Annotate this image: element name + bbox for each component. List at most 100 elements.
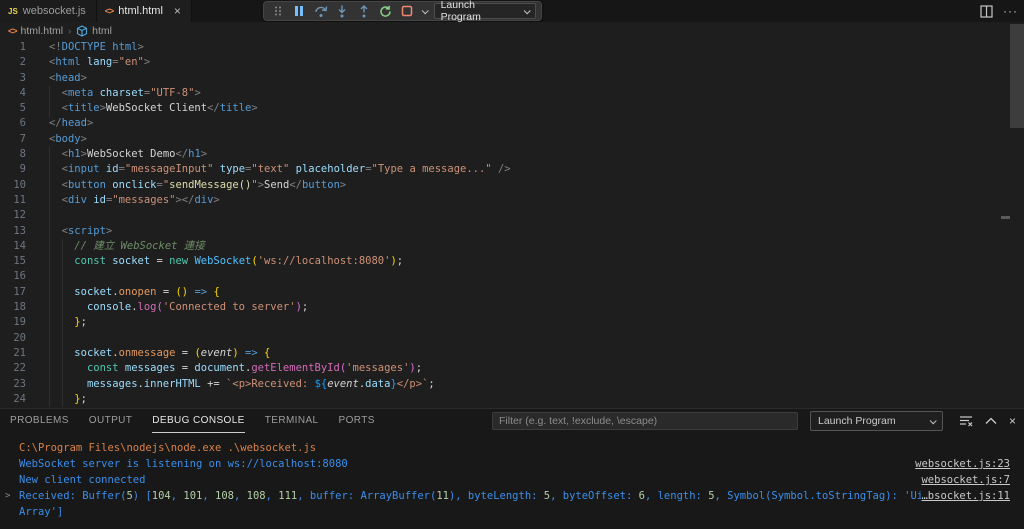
code-line: 17 socket.onopen = () => { bbox=[0, 285, 1003, 300]
vscode-window: { "editor_tabs": [ { "label": "websocket… bbox=[0, 0, 1024, 529]
js-file-icon: JS bbox=[8, 6, 18, 16]
code-line: 20 bbox=[0, 331, 1003, 346]
code-line: 10 <button onclick="sendMessage()">Send<… bbox=[0, 178, 1003, 193]
code-line: 9 <input id="messageInput" type="text" p… bbox=[0, 162, 1003, 177]
panel-header: PROBLEMS OUTPUT DEBUG CONSOLE TERMINAL PORTS… bbox=[0, 409, 1024, 433]
line-number: 2 bbox=[19, 56, 26, 69]
expand-object-chevron-icon[interactable]: > bbox=[0, 488, 19, 504]
line-number: 16 bbox=[13, 270, 26, 283]
html-file-icon: <> bbox=[104, 6, 114, 16]
source-link[interactable]: websocket.js:7 bbox=[921, 472, 1024, 488]
debug-console-output[interactable]: C:\Program Files\nodejs\node.exe .\webso… bbox=[0, 433, 1024, 529]
tab-websocket-js[interactable]: JS websocket.js bbox=[0, 0, 97, 22]
stop-icon[interactable] bbox=[398, 3, 416, 19]
code-line: 11 <div id="messages"></div> bbox=[0, 193, 1003, 208]
code-line: 4 <meta charset="UTF-8"> bbox=[0, 86, 1003, 101]
line-number: 3 bbox=[19, 71, 26, 84]
code-line: 6 </head> bbox=[0, 116, 1003, 131]
line-number: 5 bbox=[19, 102, 26, 115]
line-number: 18 bbox=[13, 301, 26, 314]
code-line: 24 }; bbox=[0, 392, 1003, 407]
line-number: 13 bbox=[13, 224, 26, 237]
tab-label: html.html bbox=[118, 5, 163, 17]
chevron-down-icon bbox=[523, 6, 531, 14]
breadcrumb-symbol[interactable]: html bbox=[92, 25, 112, 37]
panel-tab-debug-console[interactable]: DEBUG CONSOLE bbox=[152, 409, 245, 433]
line-number: 12 bbox=[13, 209, 26, 222]
code-line: 15 const socket = new WebSocket('ws://lo… bbox=[0, 254, 1003, 269]
panel-tab-terminal[interactable]: TERMINAL bbox=[265, 409, 319, 433]
source-link[interactable]: …bsocket.js:11 bbox=[921, 488, 1024, 504]
html-symbol-icon bbox=[76, 24, 88, 37]
panel-tab-ports[interactable]: PORTS bbox=[339, 409, 375, 433]
source-link[interactable]: websocket.js:23 bbox=[915, 456, 1024, 472]
console-line: WebSocket server is listening on ws://lo… bbox=[0, 456, 1024, 472]
line-number: 10 bbox=[13, 178, 26, 191]
close-tab-icon[interactable]: × bbox=[174, 5, 181, 17]
line-number: 14 bbox=[13, 239, 26, 252]
console-lines: C:\Program Files\nodejs\node.exe .\webso… bbox=[0, 440, 1024, 520]
stop-dropdown-chevron-icon[interactable] bbox=[420, 3, 430, 19]
breadcrumb-file[interactable]: html.html bbox=[21, 25, 64, 37]
line-number: 1 bbox=[19, 41, 26, 53]
step-over-icon[interactable] bbox=[312, 3, 330, 19]
code-line: 1 <!DOCTYPE html> bbox=[0, 40, 1003, 55]
panel-tab-output[interactable]: OUTPUT bbox=[89, 409, 133, 433]
panel-launch-program-select[interactable]: Launch Program bbox=[810, 411, 943, 431]
line-number: 17 bbox=[13, 285, 26, 298]
code-line: 19 }; bbox=[0, 315, 1003, 330]
line-number: 4 bbox=[19, 86, 26, 99]
step-out-icon[interactable] bbox=[355, 3, 373, 19]
close-panel-icon[interactable]: × bbox=[1009, 414, 1016, 428]
breadcrumb: <> html.html › html bbox=[0, 22, 1003, 39]
tab-html-html[interactable]: <> html.html × bbox=[96, 0, 192, 22]
code-line: 23 messages.innerHTML += `<p>Received: $… bbox=[0, 377, 1003, 392]
drag-grip-icon[interactable] bbox=[269, 3, 287, 19]
restart-icon[interactable] bbox=[377, 3, 395, 19]
editor-actions: ··· bbox=[980, 0, 1018, 22]
overview-ruler-marker bbox=[1001, 216, 1010, 219]
code-line: 18 console.log('Connected to server'); bbox=[0, 300, 1003, 315]
html-file-icon: <> bbox=[8, 25, 17, 36]
panel-action-icons: × bbox=[959, 409, 1016, 433]
line-number: 24 bbox=[13, 392, 26, 405]
console-line: Array'] bbox=[19, 506, 64, 518]
panel-tabs: PROBLEMS OUTPUT DEBUG CONSOLE TERMINAL PORTS bbox=[10, 409, 375, 433]
code-line: 7 <body> bbox=[0, 132, 1003, 147]
line-number: 23 bbox=[13, 377, 26, 390]
maximize-panel-icon[interactable] bbox=[985, 417, 997, 425]
split-editor-icon[interactable] bbox=[980, 4, 993, 18]
code-lines: 1 <!DOCTYPE html> 2 <html lang="en"> 3 <head>… bbox=[0, 40, 1003, 407]
console-line: > Received: Buffer(5) [104, 101, 108, 108… bbox=[0, 488, 1024, 504]
code-line: 5 <title>WebSocket Client</title> bbox=[0, 101, 1003, 116]
code-line: 2 <html lang="en"> bbox=[0, 55, 1003, 70]
console-line: C:\Program Files\nodejs\node.exe .\webso… bbox=[19, 442, 317, 454]
code-line: 12 bbox=[0, 208, 1003, 223]
code-editor[interactable]: 1 <!DOCTYPE html> 2 <html lang="en"> 3 <head>… bbox=[0, 40, 1003, 408]
line-number: 6 bbox=[19, 117, 26, 130]
clear-console-icon[interactable] bbox=[959, 415, 973, 427]
debug-toolbar: Launch Program bbox=[263, 0, 542, 23]
line-number: 20 bbox=[13, 331, 26, 344]
console-filter-input[interactable] bbox=[492, 412, 798, 430]
launch-program-label: Launch Program bbox=[440, 0, 481, 23]
console-line: New client connected websocket.js:7 bbox=[0, 472, 1024, 488]
line-number: 8 bbox=[19, 148, 26, 161]
code-line: 21 socket.onmessage = (event) => { bbox=[0, 346, 1003, 361]
editor-scrollbar-thumb[interactable] bbox=[1010, 24, 1024, 128]
pause-icon[interactable] bbox=[291, 3, 309, 19]
line-number: 22 bbox=[13, 362, 26, 375]
code-line: 14 // 建立 WebSocket 連接 bbox=[0, 239, 1003, 254]
launch-program-select[interactable]: Launch Program bbox=[433, 0, 536, 23]
bottom-panel: PROBLEMS OUTPUT DEBUG CONSOLE TERMINAL PORTS… bbox=[0, 408, 1024, 529]
line-number: 19 bbox=[13, 316, 26, 329]
line-number: 21 bbox=[13, 346, 26, 359]
code-line: 16 bbox=[0, 269, 1003, 284]
panel-tab-problems[interactable]: PROBLEMS bbox=[10, 409, 69, 433]
code-line: 13 <script> bbox=[0, 224, 1003, 239]
more-actions-icon[interactable]: ··· bbox=[1003, 4, 1018, 18]
launch-program-label: Launch Program bbox=[818, 415, 896, 427]
line-number: 7 bbox=[19, 132, 26, 145]
step-into-icon[interactable] bbox=[334, 3, 352, 19]
chevron-down-icon bbox=[929, 416, 937, 424]
